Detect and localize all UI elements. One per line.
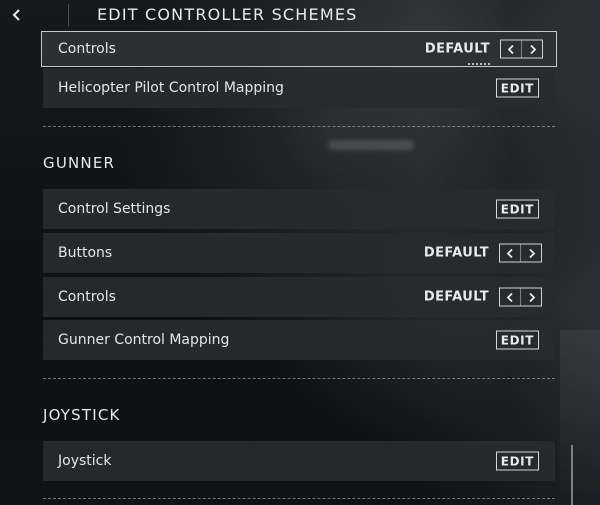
edit-button[interactable]: EDIT xyxy=(495,451,539,471)
edit-button[interactable]: EDIT xyxy=(495,330,539,350)
background-shape xyxy=(560,330,600,490)
row-heli-controls[interactable]: Controls DEFAULT xyxy=(41,31,557,67)
section-divider xyxy=(43,498,555,499)
chevron-right-icon xyxy=(528,292,535,302)
buttons-stepper[interactable]: DEFAULT xyxy=(423,243,542,263)
header: EDIT CONTROLLER SCHEMES xyxy=(0,0,600,32)
edit-button[interactable]: EDIT xyxy=(495,78,539,98)
row-heli-mapping[interactable]: Helicopter Pilot Control Mapping EDIT xyxy=(43,68,555,108)
row-label: Helicopter Pilot Control Mapping xyxy=(58,80,284,96)
chevron-right-icon xyxy=(529,44,536,54)
back-button[interactable] xyxy=(4,2,30,28)
row-gunner-buttons[interactable]: Buttons DEFAULT xyxy=(43,233,555,273)
row-label: Buttons xyxy=(58,245,113,261)
prev-arrow-button[interactable] xyxy=(500,245,520,262)
row-gunner-controls[interactable]: Controls DEFAULT xyxy=(43,277,555,317)
next-arrow-button[interactable] xyxy=(522,41,542,58)
row-gunner-control-settings[interactable]: Control Settings EDIT xyxy=(43,189,555,229)
chevron-left-icon xyxy=(12,9,20,21)
controls-stepper[interactable]: DEFAULT xyxy=(423,287,542,307)
header-divider xyxy=(68,4,69,26)
row-label: Controls xyxy=(58,41,116,57)
section-title-joystick: JOYSTICK xyxy=(43,406,121,424)
row-gunner-mapping[interactable]: Gunner Control Mapping EDIT xyxy=(43,320,555,360)
prev-arrow-button[interactable] xyxy=(501,41,521,58)
next-arrow-button[interactable] xyxy=(521,245,541,262)
chevron-left-icon xyxy=(507,44,514,54)
option-indicator-dots xyxy=(468,63,490,65)
row-label: Control Settings xyxy=(58,201,171,217)
stepper-value: DEFAULT xyxy=(423,289,489,305)
row-label: Joystick xyxy=(58,453,112,469)
section-divider xyxy=(43,378,555,379)
stepper-arrows xyxy=(499,287,542,307)
edit-button[interactable]: EDIT xyxy=(495,199,539,219)
page-title: EDIT CONTROLLER SCHEMES xyxy=(97,5,358,24)
section-divider xyxy=(43,126,555,127)
prev-arrow-button[interactable] xyxy=(500,289,520,306)
row-label: Controls xyxy=(58,289,116,305)
stepper-value: DEFAULT xyxy=(424,41,490,57)
stepper-value: DEFAULT xyxy=(423,245,489,261)
controls-stepper[interactable]: DEFAULT xyxy=(424,39,543,59)
scrollbar-thumb[interactable] xyxy=(571,445,573,505)
background-light xyxy=(328,140,414,150)
section-title-gunner: GUNNER xyxy=(43,154,116,172)
stepper-arrows xyxy=(500,39,543,59)
row-label: Gunner Control Mapping xyxy=(58,332,230,348)
next-arrow-button[interactable] xyxy=(521,289,541,306)
chevron-left-icon xyxy=(506,248,513,258)
chevron-right-icon xyxy=(528,248,535,258)
stepper-arrows xyxy=(499,243,542,263)
chevron-left-icon xyxy=(506,292,513,302)
row-joystick[interactable]: Joystick EDIT xyxy=(43,441,555,481)
